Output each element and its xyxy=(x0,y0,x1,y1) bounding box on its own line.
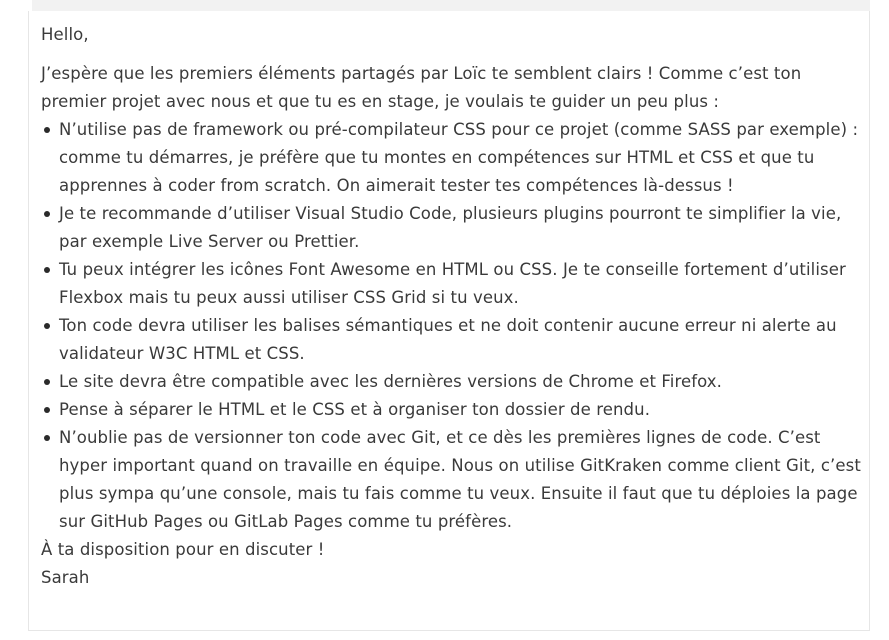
page: Hello, J’espère que les premiers élément… xyxy=(0,0,889,640)
list-item: N’utilise pas de framework ou pré-compil… xyxy=(44,116,861,200)
closing-line: À ta disposition pour en discuter ! xyxy=(41,540,325,559)
list-item: Je te recommande d’utiliser Visual Studi… xyxy=(44,200,861,256)
list-item: Le site devra être compatible avec les d… xyxy=(44,368,861,396)
greeting: Hello, xyxy=(41,25,89,44)
message-card: Hello, J’espère que les premiers élément… xyxy=(28,11,870,631)
list-item: Tu peux intégrer les icônes Font Awesome… xyxy=(44,256,861,312)
intro-paragraph: J’espère que les premiers éléments parta… xyxy=(41,64,802,111)
list-item: Pense à séparer le HTML et le CSS et à o… xyxy=(44,396,861,424)
list-item: Ton code devra utiliser les balises séma… xyxy=(44,312,861,368)
tips-list: N’utilise pas de framework ou pré-compil… xyxy=(41,116,861,536)
message-body: Hello, J’espère que les premiers élément… xyxy=(41,11,861,592)
signature: Sarah xyxy=(41,568,90,587)
list-item: N’oublie pas de versionner ton code avec… xyxy=(44,424,861,536)
top-bar xyxy=(32,0,870,11)
